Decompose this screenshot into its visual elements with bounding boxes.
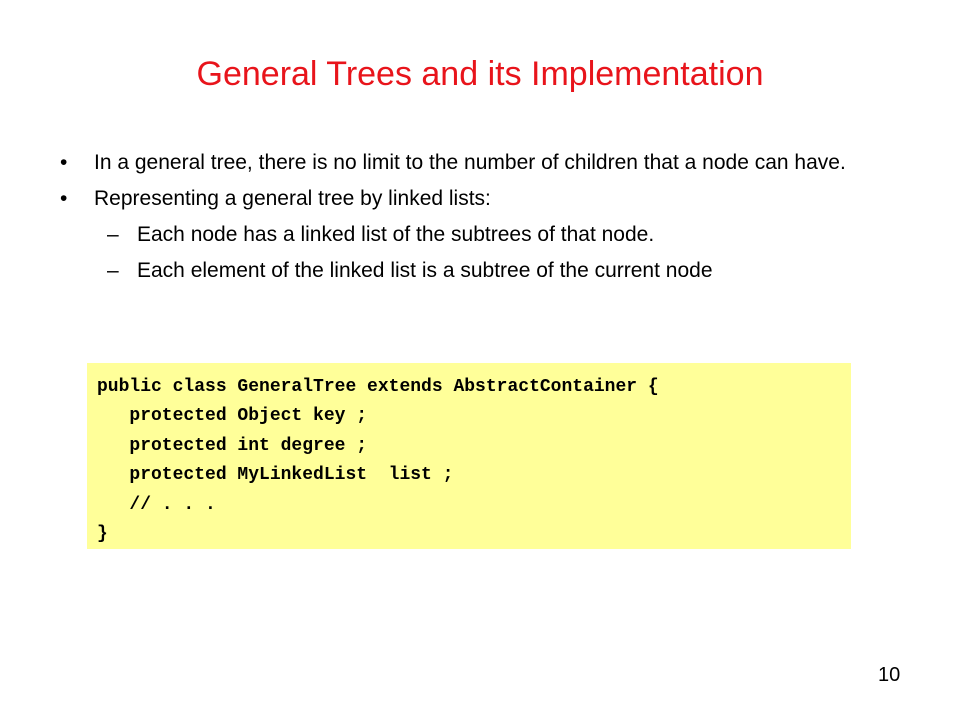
sub-bullet-text: Each node has a linked list of the subtr… xyxy=(137,223,655,246)
sub-bullet-marker: – xyxy=(107,223,119,246)
bullet-marker: • xyxy=(60,151,68,174)
slide: General Trees and its Implementation • I… xyxy=(0,0,960,720)
bullet-list: • In a general tree, there is no limit t… xyxy=(60,148,900,292)
code-line: // . . . xyxy=(97,494,216,515)
code-line: protected int degree ; xyxy=(97,435,368,456)
sub-bullet-text: Each element of the linked list is a sub… xyxy=(137,259,713,282)
sub-bullet-item: – Each node has a linked list of the sub… xyxy=(60,220,900,250)
slide-title: General Trees and its Implementation xyxy=(196,55,764,93)
code-line: protected MyLinkedList list ; xyxy=(97,465,454,486)
code-line: public class GeneralTree extends Abstrac… xyxy=(97,377,659,397)
code-block: public class GeneralTree extends Abstrac… xyxy=(87,363,851,549)
bullet-item: • In a general tree, there is no limit t… xyxy=(60,148,900,178)
sub-bullet-item: – Each element of the linked list is a s… xyxy=(60,256,900,286)
bullet-text: Representing a general tree by linked li… xyxy=(94,187,491,210)
page-number: 10 xyxy=(878,664,901,686)
code-line: } xyxy=(97,524,108,545)
bullet-item: • Representing a general tree by linked … xyxy=(60,184,900,214)
code-line: protected Object key ; xyxy=(97,406,368,427)
bullet-marker: • xyxy=(60,187,68,210)
sub-bullet-marker: – xyxy=(107,259,119,282)
bullet-text: In a general tree, there is no limit to … xyxy=(94,151,846,174)
